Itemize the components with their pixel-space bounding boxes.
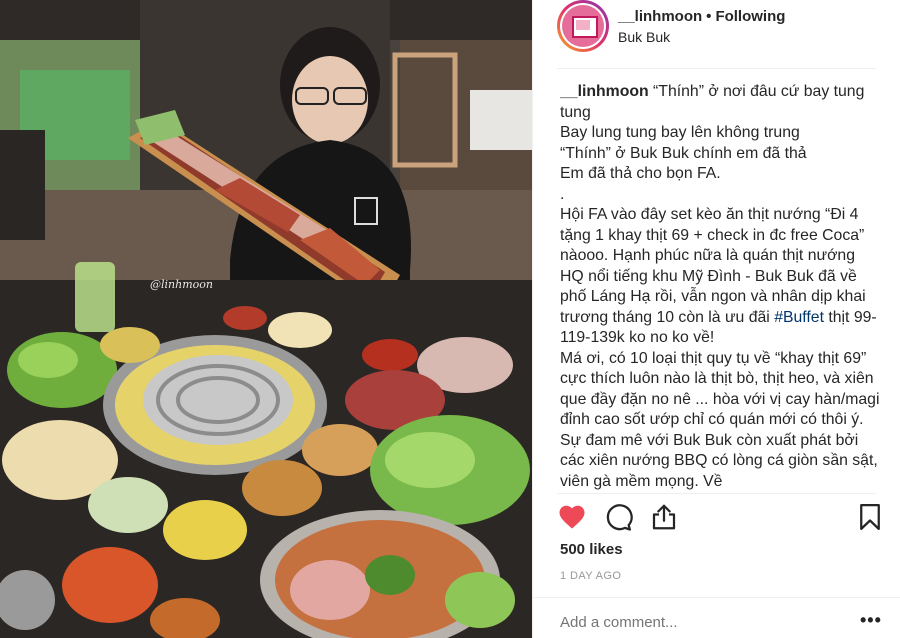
location-link[interactable]: Buk Buk	[618, 29, 670, 45]
caption-line: “Thính” ở Buk Buk chính em đã thả	[560, 144, 807, 162]
comment-input[interactable]	[560, 614, 830, 631]
heart-filled-icon	[559, 505, 585, 529]
photo-watermark: @linhmoon	[150, 278, 213, 291]
comment-icon	[606, 504, 633, 531]
divider	[557, 68, 876, 69]
bookmark-icon	[860, 504, 880, 530]
header-separator: •	[706, 8, 712, 25]
post-photo[interactable]: @linhmoon	[0, 0, 532, 638]
avatar[interactable]	[557, 0, 609, 52]
header-user-line: __linhmoon • Following	[618, 8, 785, 25]
share-button[interactable]	[649, 502, 679, 532]
caption-line: .	[560, 185, 565, 203]
header-username[interactable]: __linhmoon	[618, 8, 702, 25]
avatar-image	[562, 5, 604, 47]
caption-username[interactable]: __linhmoon	[560, 83, 649, 100]
action-bar	[533, 500, 900, 538]
follow-status-button[interactable]: Following	[715, 8, 785, 25]
save-button[interactable]	[855, 502, 885, 532]
comment-button[interactable]	[603, 502, 633, 532]
post-caption: __linhmoon “Thính” ở nơi đâu cứ bay tung…	[560, 82, 883, 496]
photo-illustration	[0, 0, 532, 638]
post-header: __linhmoon • Following Buk Buk	[533, 0, 900, 68]
caption-paragraph-2: Hội FA vào đây set kèo ăn thịt nướng “Đi…	[560, 205, 883, 349]
caption-paragraph-3: Má ơi, có 10 loại thịt quy tụ về “khay t…	[560, 349, 880, 490]
caption-line: Bay lung tung bay lên không trung	[560, 124, 800, 141]
divider	[557, 493, 876, 494]
post-sidebar: __linhmoon • Following Buk Buk __linhmoon …	[532, 0, 900, 638]
hashtag-link[interactable]: #Buffet	[774, 309, 824, 326]
post-timestamp[interactable]: 1 DAY AGO	[560, 570, 621, 582]
caption-paragraph-1: __linhmoon “Thính” ở nơi đâu cứ bay tung…	[560, 82, 883, 123]
share-icon	[652, 504, 676, 530]
like-button[interactable]	[557, 502, 587, 532]
caption-line: Em đã thả cho bọn FA.	[560, 165, 721, 182]
likes-count[interactable]: 500 likes	[560, 541, 623, 558]
divider	[533, 597, 900, 598]
more-options-button[interactable]: •••	[860, 610, 882, 631]
